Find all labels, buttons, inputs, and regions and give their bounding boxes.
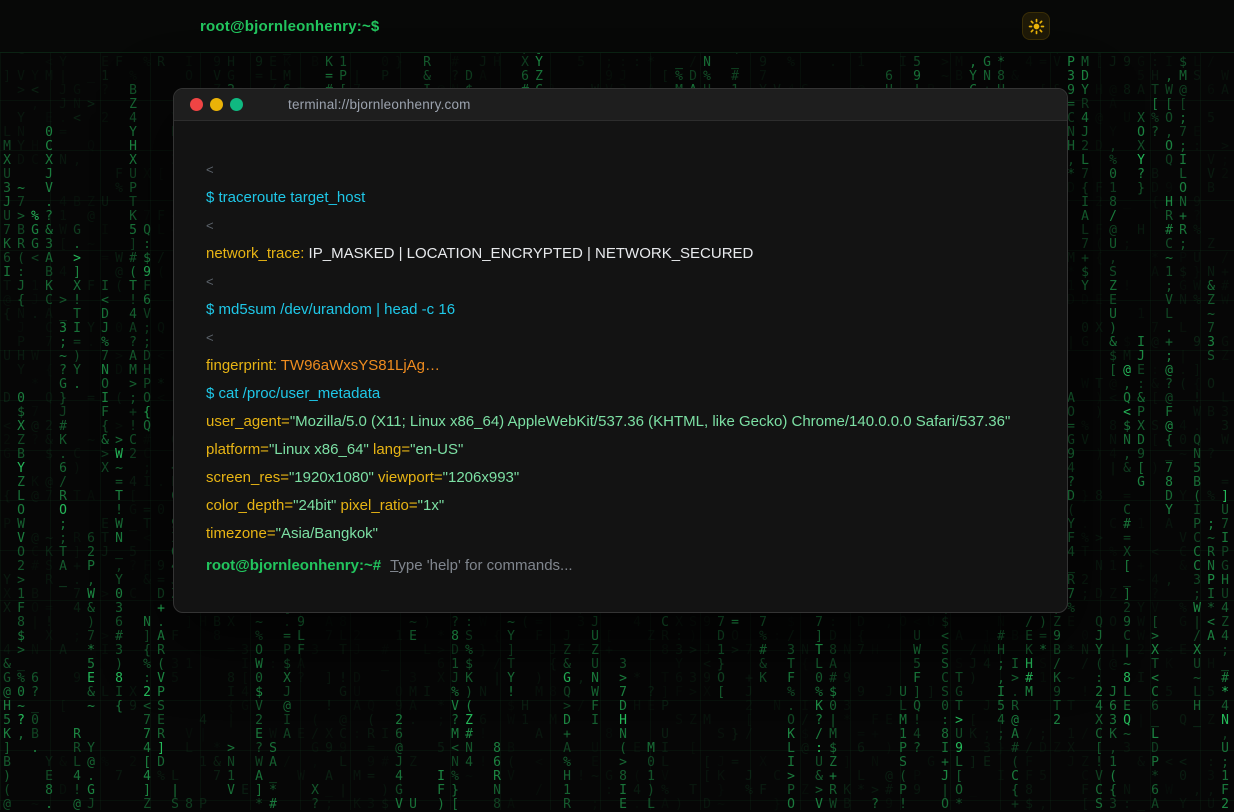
- matrix-column: _9F9 8 U _ ; ! $M@,Q<$N,& =C#=X[_]29C|~8…: [1120, 0, 1134, 812]
- terminal-text-segment: $ cat /proc/user_metadata: [206, 385, 380, 402]
- terminal-window-title: terminal://bjornleonhenry.com: [288, 97, 471, 112]
- matrix-column: J @A Y,%018/@U,SZEU)&$[@< 8N4| C %1 Z O …: [1106, 0, 1120, 812]
- close-button[interactable]: [190, 98, 203, 111]
- terminal-text-segment: <: [206, 274, 214, 289]
- matrix-column: Z WA >;2 /+#W GZ L33W =]U7IPGHU4Z4;_#*4N…: [1218, 0, 1232, 812]
- matrix-column: B% X 7Q:$9F6V;;DHPO{Q#C;I =T< F& N]{%:2<…: [140, 0, 154, 812]
- minimize-button[interactable]: [210, 98, 223, 111]
- terminal-text-segment: "Mozilla/5.0 (X11; Linux x86_64) AppleWe…: [290, 413, 1010, 430]
- top-bar-inner: root@bjornleonhenry:~$: [169, 12, 1065, 40]
- terminal-text-segment: "1x": [418, 497, 445, 514]
- terminal-text-segment: "en-US": [410, 441, 463, 458]
- terminal-text-segment: <: [206, 218, 214, 233]
- terminal-line: <: [206, 268, 1035, 296]
- terminal-text-segment: user_agent=: [206, 413, 290, 430]
- matrix-column: 0K %BZ4YHXUPTK5]#(T!4A?AM>;+!C2 4[G_ 5? …: [126, 0, 140, 812]
- terminal-text-segment: fingerprint:: [206, 357, 277, 374]
- maximize-button[interactable]: [230, 98, 243, 111]
- terminal-text-segment: $ md5sum /dev/urandom | head -c 16: [206, 301, 455, 318]
- terminal-line: user_agent="Mozilla/5.0 (X11; Linux x86_…: [206, 408, 1035, 436]
- matrix-column: * T;:HT[%? BD{ *A 7@ :&[ S[ ) < 4?V[>XT<…: [1148, 0, 1162, 812]
- terminal-line: fingerprint: TW96aWxsYS81LjAg…: [206, 352, 1035, 380]
- terminal-line: $ md5sum /dev/urandom | head -c 16: [206, 296, 1035, 324]
- terminal-line: platform="Linux x86_64" lang="en-US": [206, 436, 1035, 464]
- terminal-text-segment: viewport=: [374, 469, 443, 486]
- matrix-column: MM@ G5A XOXY?} H 1 IJE:&PXD9[G 1 +~ YWW2…: [1134, 0, 1148, 812]
- terminal-line: timezone="Asia/Bangkok": [206, 520, 1035, 548]
- sun-icon: [1028, 18, 1045, 35]
- terminal-prompt-line: root@bjornleonhenry:~# Type 'help' for co…: [206, 552, 1035, 580]
- matrix-column: 7L ] LMXU3JU7K6IT@{ U D <2G { P YXX 4&G@…: [0, 0, 14, 812]
- terminal-line: <: [206, 212, 1035, 240]
- terminal-line: screen_res="1920x1080" viewport="1206x99…: [206, 464, 1035, 492]
- matrix-column: #.M I,W[O,OQ 9HR#C~1;VL.+;@?@F@{_78DYA ,…: [1162, 0, 1176, 812]
- terminal-text-segment: platform=: [206, 441, 269, 458]
- terminal-line: <: [206, 324, 1035, 352]
- matrix-column: ( > _ > Q Z@ ~ F Y. = ~ A 62P,W&)7*5E&~ …: [84, 0, 98, 812]
- terminal-text-segment: TW96aWxsYS81LjAg…: [277, 357, 440, 374]
- matrix-column: N E1? 2 U I = I<DJ%7NOIF{&>X ETJ > >I L …: [98, 0, 112, 812]
- matrix-column: F(|[ H @ D F2 F({ E X T)) ) 8 > N D QJY(…: [1092, 0, 1106, 812]
- terminal-text-segment: "24bit": [293, 497, 336, 514]
- command-input[interactable]: Type 'help' for commands...: [390, 552, 572, 580]
- terminal-text-segment: $ traceroute target_host: [206, 189, 365, 206]
- terminal-line: <: [206, 156, 1035, 184]
- terminal-text-segment: "Linux x86_64": [269, 441, 369, 458]
- terminal-window: terminal://bjornleonhenry.com < $ tracero…: [173, 88, 1068, 613]
- matrix-column: 02 X GN< , B G.>]X!TI=)Y. C) T R]+.74 ; …: [70, 0, 84, 812]
- theme-toggle-button[interactable]: [1022, 12, 1050, 40]
- matrix-column: D U.$M@[;7;ILON+R;P$GN L |.( 40~ Y VC& %…: [1176, 0, 1190, 812]
- terminal-window-header[interactable]: terminal://bjornleonhenry.com: [174, 89, 1067, 121]
- terminal-lines: < $ traceroute target_host < network_trace:…: [206, 156, 1035, 548]
- terminal-text-segment: pixel_ratio=: [336, 497, 417, 514]
- terminal-line: $ traceroute target_host: [206, 184, 1035, 212]
- terminal-output: < $ traceroute target_host < network_trace:…: [174, 121, 1067, 612]
- terminal-text-segment: <: [206, 330, 214, 345]
- terminal-line: color_depth="24bit" pixel_ratio="1x": [206, 492, 1035, 520]
- matrix-column: 6W~@ V> YNYD ~7>BR(:J{NJPHY 0$XZBYZLOWVO…: [14, 0, 28, 812]
- terminal-text-segment: <: [206, 162, 214, 177]
- matrix-column: Y<, HC %GG< 1J. W * 7@? K@ @C# BO| N 6?_…: [28, 0, 42, 812]
- terminal-text-segment: "1206x993": [443, 469, 520, 486]
- top-bar: root@bjornleonhenry:~$: [0, 0, 1234, 53]
- matrix-column: R ?LS E: 9?% U}W% 9 ]{!W.QN5B(IPCCC3;W|/…: [1190, 0, 1204, 812]
- terminal-line: $ cat /proc/user_metadata: [206, 380, 1035, 408]
- terminal-text-segment: "1920x1080": [289, 469, 374, 486]
- terminal-text-segment: IP_MASKED | LOCATION_ENCRYPTED | NETWORK…: [304, 245, 753, 262]
- matrix-column: T {Y|JJ.= N 41W[ 4 >_3;~?G}J#K.6/RO;;TA_…: [56, 0, 70, 812]
- matrix-column: M<M E0CXJV.?&3ABKCAC7 { Q 2&$ @7 ~KSR =!…: [42, 0, 56, 812]
- terminal-text-segment: network_trace:: [206, 245, 304, 262]
- terminal-line: network_trace: IP_MASKED | LOCATION_ENCR…: [206, 240, 1035, 268]
- terminal-text-segment: screen_res=: [206, 469, 289, 486]
- matrix-column: .QM!MDYR4J2L7{IAL7+$YD 0G W %V } .%T 2; …: [1078, 0, 1092, 812]
- matrix-column: A*WR [ FL /( Q < *< . 0 9=D+.AR(VPSER]D%: [154, 0, 168, 812]
- terminal-text-segment: "Asia/Bangkok": [276, 525, 378, 542]
- matrix-column: DN H/ 6 5 VVB Z N&Z~73S O B ? % ;~RNPI*<…: [1204, 0, 1218, 812]
- prompt-user: root@bjornleonhenry:~#: [206, 557, 381, 574]
- terminal-text-segment: timezone=: [206, 525, 276, 542]
- terminal-text-segment: color_depth=: [206, 497, 293, 514]
- topbar-prompt: root@bjornleonhenry:~$: [200, 18, 379, 35]
- matrix-column: 8 | F F% W@( 0 >D ( >>W~=T!WN_,Y036#3)8I…: [112, 0, 126, 812]
- terminal-text-segment: lang=: [369, 441, 410, 458]
